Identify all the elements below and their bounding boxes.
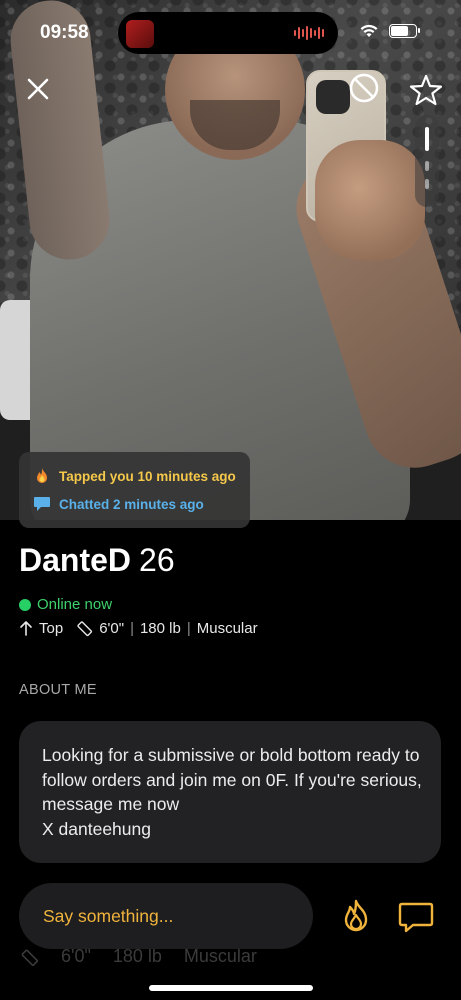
status-icons <box>359 24 420 38</box>
status-time: 09:58 <box>40 22 89 43</box>
profile-stats: Top 6'0" | 180 lb | Muscular <box>19 619 258 637</box>
tapped-text: Tapped you 10 minutes ago <box>59 468 236 484</box>
about-me-heading: ABOUT ME <box>19 682 97 698</box>
profile-name-line: DanteD 26 <box>19 542 175 579</box>
wifi-icon <box>360 24 378 37</box>
faded-height: 6'0" <box>61 946 91 966</box>
faded-weight: 180 lb <box>112 946 162 966</box>
home-indicator[interactable] <box>149 985 313 991</box>
about-me-card: Looking for a submissive or bold bottom … <box>19 721 441 863</box>
message-input[interactable]: Say something... <box>19 883 313 949</box>
height-text: 6'0" <box>99 619 125 637</box>
tapped-row: Tapped you 10 minutes ago <box>33 467 236 485</box>
weight-text: 180 lb <box>139 619 181 637</box>
online-dot-icon <box>19 598 31 611</box>
now-playing-art <box>126 20 154 48</box>
photo-scroll-indicator[interactable] <box>415 115 439 207</box>
chat-icon[interactable] <box>397 898 435 936</box>
dynamic-island <box>118 12 338 54</box>
faded-body-type: Muscular <box>183 946 257 966</box>
chatted-text: Chatted 2 minutes ago <box>59 496 204 512</box>
close-icon[interactable] <box>25 76 51 102</box>
chat-bubble-icon <box>34 497 50 511</box>
display-name: DanteD <box>19 542 132 578</box>
faded-stats-row: 6'0" 180 lb Muscular <box>19 946 257 967</box>
block-icon[interactable] <box>346 70 382 106</box>
arrow-up-icon <box>20 621 32 636</box>
flame-icon <box>37 468 47 483</box>
battery-icon <box>389 24 420 38</box>
age: 26 <box>139 542 175 578</box>
profile-photo[interactable] <box>0 0 461 520</box>
activity-card: Tapped you 10 minutes ago Chatted 2 minu… <box>19 452 250 528</box>
position-text: Top <box>39 619 64 637</box>
star-icon[interactable] <box>408 72 444 108</box>
audio-wave-icon <box>294 26 324 40</box>
body-type-text: Muscular <box>196 619 258 637</box>
chatted-row: Chatted 2 minutes ago <box>33 495 204 513</box>
ruler-icon <box>77 621 93 637</box>
message-placeholder: Say something... <box>43 906 174 926</box>
ruler-icon <box>21 949 38 966</box>
about-me-text: Looking for a submissive or bold bottom … <box>42 745 422 839</box>
online-text: Online now <box>37 596 113 613</box>
tap-flame-icon[interactable] <box>337 897 375 935</box>
online-status: Online now <box>19 596 112 613</box>
